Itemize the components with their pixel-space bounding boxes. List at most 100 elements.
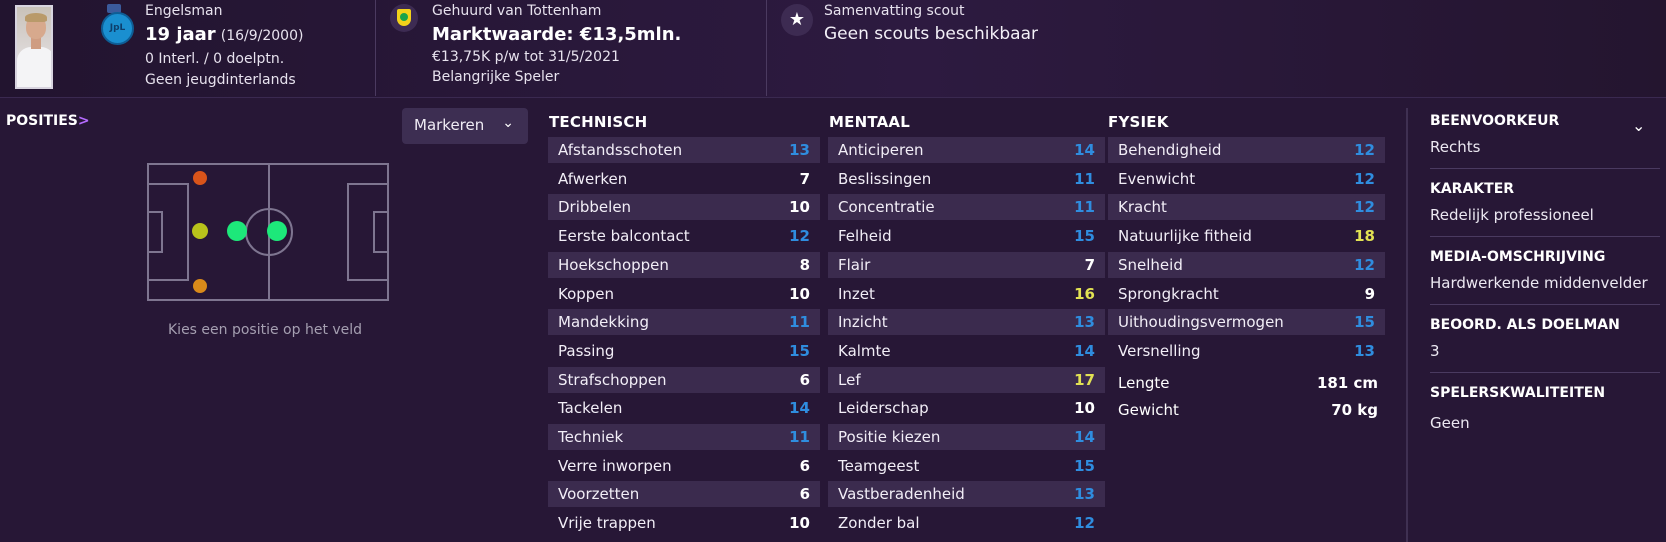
attribute-row[interactable]: Afwerken 7 (548, 166, 820, 192)
attribute-label: Versnelling (1118, 341, 1201, 360)
attribute-value: 12 (1354, 169, 1375, 188)
scout-title: Samenvatting scout (824, 3, 965, 19)
positions-title: POSITIES (6, 113, 78, 129)
attribute-row[interactable]: Mandekking 11 (548, 309, 820, 336)
attribute-row[interactable]: Hoekschoppen 8 (548, 251, 820, 278)
attribute-row[interactable]: Snelheid 12 (1108, 251, 1385, 278)
attribute-value: 13 (1074, 313, 1095, 332)
attribute-row[interactable]: Strafschoppen 6 (548, 366, 820, 393)
attribute-value: 10 (1074, 399, 1095, 418)
attribute-label: Dribbelen (558, 198, 632, 217)
attribute-row[interactable]: Tackelen 14 (548, 395, 820, 421)
position-dot-left-midfield[interactable] (193, 171, 207, 185)
player-header: JpL Engelsman 19 jaar (16/9/2000) 0 Inte… (0, 0, 1666, 98)
attribute-label: Zonder bal (838, 514, 920, 533)
attribute-row[interactable]: Lef 17 (828, 366, 1105, 393)
attribute-value: 15 (1074, 227, 1095, 246)
attribute-row[interactable]: Techniek 11 (548, 424, 820, 450)
attribute-row[interactable]: Leiderschap 10 (828, 395, 1105, 421)
player-photo[interactable] (15, 5, 53, 89)
chevron-down-icon[interactable]: ⌄ (1632, 116, 1645, 135)
attribute-row[interactable]: Uithoudingsvermogen 15 (1108, 309, 1385, 336)
club-badge-icon[interactable] (390, 4, 418, 32)
attribute-label: Afwerken (558, 169, 628, 188)
scout-summary: Geen scouts beschikbaar (824, 24, 1038, 44)
position-pitch[interactable] (147, 163, 389, 301)
attribute-value: 17 (1074, 370, 1095, 389)
attribute-row[interactable]: Natuurlijke fitheid 18 (1108, 223, 1385, 249)
attribute-label: Techniek (558, 428, 624, 446)
attribute-row[interactable]: Kracht 12 (1108, 194, 1385, 221)
attribute-label: Hoekschoppen (558, 255, 669, 274)
attribute-row[interactable]: Sprongkracht 9 (1108, 281, 1385, 307)
attribute-label: Behendigheid (1118, 141, 1222, 159)
attribute-label: Felheid (838, 227, 892, 246)
position-dot-defensive-midfield[interactable] (192, 223, 208, 239)
attribute-label: Sprongkracht (1118, 284, 1219, 303)
attribute-row[interactable]: Eerste balcontact 12 (548, 223, 820, 249)
nation-badge-icon[interactable]: JpL (101, 12, 134, 45)
attribute-value: 14 (1074, 141, 1095, 159)
attribute-value: 14 (789, 399, 810, 418)
attribute-value: 14 (1074, 428, 1095, 446)
attribute-row[interactable]: Voorzetten 6 (548, 481, 820, 508)
attribute-value: 11 (789, 428, 810, 446)
attribute-row[interactable]: Verre inworpen 6 (548, 453, 820, 479)
attribute-row[interactable]: Passing 15 (548, 338, 820, 364)
attribute-row[interactable]: Beslissingen 11 (828, 166, 1105, 192)
divider (1430, 168, 1660, 169)
attribute-row[interactable]: Flair 7 (828, 251, 1105, 278)
attribute-label: Kalmte (838, 341, 891, 360)
attribute-row[interactable]: Afstandsschoten 13 (548, 137, 820, 163)
youth-caps: Geen jeugdinterlands (145, 72, 296, 88)
attribute-label: Concentratie (838, 198, 935, 217)
attribute-row[interactable]: Inzicht 13 (828, 309, 1105, 336)
weight-value: 70 kg (1331, 401, 1378, 419)
attribute-value: 18 (1354, 227, 1375, 246)
position-dot-attacking-midfield[interactable] (267, 221, 287, 241)
attribute-row[interactable]: Behendigheid 12 (1108, 137, 1385, 163)
attribute-row[interactable]: Kalmte 14 (828, 338, 1105, 364)
left-goal-area (147, 211, 163, 253)
attribute-label: Teamgeest (838, 456, 920, 475)
attribute-value: 10 (789, 284, 810, 303)
weight-label: Gewicht (1118, 401, 1179, 419)
attribute-row[interactable]: Inzet 16 (828, 281, 1105, 307)
attribute-value: 8 (799, 255, 810, 274)
attribute-row[interactable]: Vrije trappen 10 (548, 510, 820, 536)
goalkeeper-rating-title: BEOORD. ALS DOELMAN (1430, 317, 1620, 333)
positions-header[interactable]: POSITIES> (6, 113, 90, 129)
attribute-value: 15 (1354, 313, 1375, 332)
attribute-row[interactable]: Versnelling 13 (1108, 338, 1385, 364)
attribute-label: Voorzetten (558, 485, 640, 504)
attribute-row[interactable]: Dribbelen 10 (548, 194, 820, 221)
divider (1430, 372, 1660, 373)
loan-status[interactable]: Gehuurd van Tottenham (432, 3, 601, 19)
attribute-row[interactable]: Zonder bal 12 (828, 510, 1105, 536)
attribute-row[interactable]: Teamgeest 15 (828, 453, 1105, 479)
attribute-row[interactable]: Evenwicht 12 (1108, 166, 1385, 192)
mark-dropdown-label: Markeren (414, 116, 485, 134)
divider (1430, 236, 1660, 237)
position-dot-right-midfield[interactable] (193, 279, 207, 293)
attribute-label: Positie kiezen (838, 428, 941, 446)
attribute-label: Inzicht (838, 313, 888, 332)
attribute-value: 12 (1354, 141, 1375, 159)
attribute-row[interactable]: Vastberadenheid 13 (828, 481, 1105, 508)
attribute-row[interactable]: Koppen 10 (548, 281, 820, 307)
attribute-row[interactable]: Anticiperen 14 (828, 137, 1105, 163)
divider (1430, 304, 1660, 305)
attribute-label: Vastberadenheid (838, 485, 965, 504)
goalkeeper-rating-value: 3 (1430, 342, 1440, 360)
attribute-label: Snelheid (1118, 255, 1183, 274)
attribute-row[interactable]: Positie kiezen 14 (828, 424, 1105, 450)
nationality[interactable]: Engelsman (145, 3, 223, 19)
right-goal-area (373, 211, 389, 253)
technical-header: TECHNISCH (549, 113, 648, 131)
attribute-row[interactable]: Concentratie 11 (828, 194, 1105, 221)
position-dot-central-midfield[interactable] (227, 221, 247, 241)
attribute-row[interactable]: Felheid 15 (828, 223, 1105, 249)
star-icon: ★ (781, 4, 813, 36)
mark-dropdown[interactable]: Markeren ⌄ (402, 108, 528, 144)
character-value[interactable]: Redelijk professioneel (1430, 206, 1594, 224)
